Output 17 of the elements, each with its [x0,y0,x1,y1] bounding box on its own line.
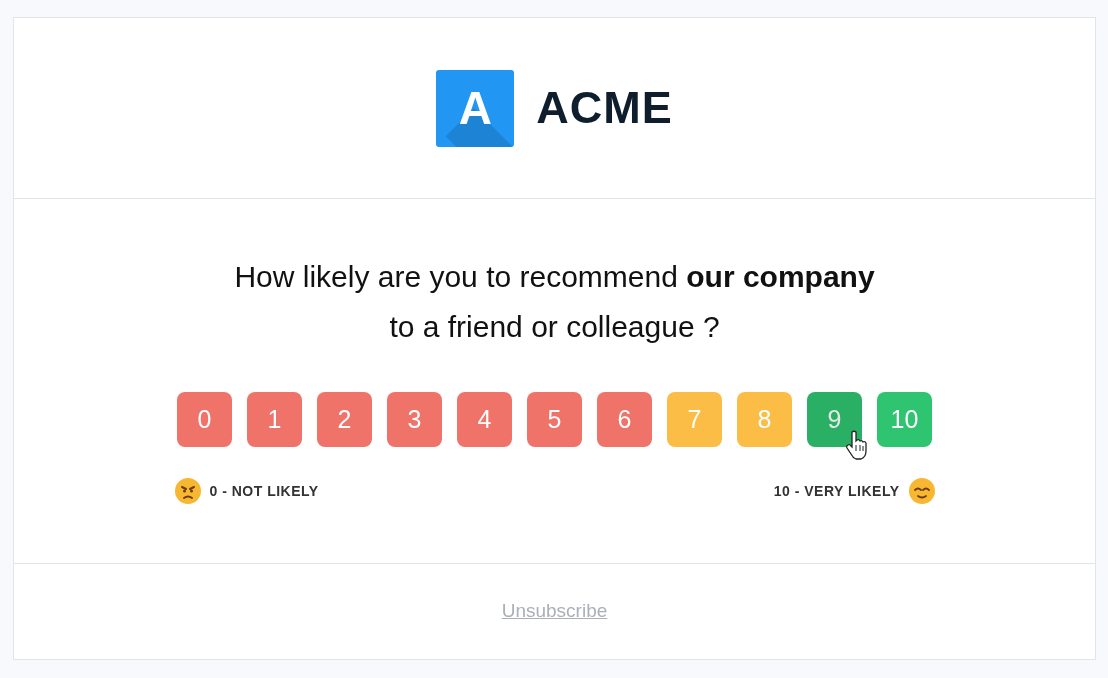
score-button[interactable]: 10 [877,392,932,447]
score-button[interactable]: 5 [527,392,582,447]
score-button[interactable]: 3 [387,392,442,447]
score-button[interactable]: 0 [177,392,232,447]
scale-label: 0 - NOT LIKELY [209,481,319,501]
score-button[interactable]: 9 [807,392,862,447]
unsubscribe-link[interactable]: Unsubscribe [501,597,608,626]
score-button[interactable]: 7 [667,392,722,447]
score-button[interactable]: 1 [247,392,302,447]
brand-name: ACME [536,81,673,136]
score-button[interactable]: 6 [597,392,652,447]
survey-question: How likely are you to recommend our company to a friend or colleague ? [233,259,876,345]
logo-icon: A [436,69,515,147]
score-button[interactable]: 2 [317,392,372,447]
score-button[interactable]: 4 [457,392,512,447]
score-button[interactable]: 8 [737,392,792,447]
scale-label: 10 - VERY LIKELY [773,481,900,501]
